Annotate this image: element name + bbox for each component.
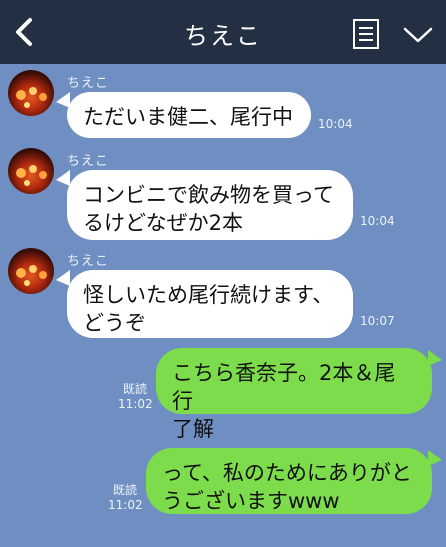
read-receipt: 既読 11:02 bbox=[118, 382, 153, 412]
avatar[interactable] bbox=[8, 70, 54, 116]
message-bubble[interactable]: こちら香奈子。2本＆尾行 了解 bbox=[156, 348, 432, 441]
message-text: ただいま健二、尾行中 bbox=[83, 105, 293, 129]
message-time: 10:07 bbox=[360, 314, 395, 328]
read-label: 既読 bbox=[112, 483, 137, 497]
notes-icon[interactable] bbox=[352, 18, 380, 50]
message-text-line: 了解 bbox=[172, 417, 214, 441]
bubble-tail bbox=[428, 450, 442, 466]
bubble-tail bbox=[56, 270, 70, 286]
sender-name: ちえこ bbox=[67, 154, 110, 169]
message-text-line: うございますwww bbox=[162, 489, 340, 513]
read-receipt: 既読 11:02 bbox=[108, 483, 143, 513]
message-text-line: コンビニで飲み物を買って bbox=[83, 183, 334, 207]
chevron-down-icon[interactable] bbox=[402, 24, 434, 46]
bubble-tail bbox=[428, 350, 442, 366]
message-bubble[interactable]: って、私のためにありがと うございますwww bbox=[146, 448, 432, 514]
message-time: 10:04 bbox=[318, 117, 353, 131]
chat-header: ちえこ bbox=[0, 0, 446, 64]
message-time: 11:02 bbox=[108, 498, 143, 512]
message-text-line: こちら香奈子。2本＆尾行 bbox=[172, 361, 396, 413]
sender-name: ちえこ bbox=[67, 76, 110, 91]
avatar[interactable] bbox=[8, 148, 54, 194]
sender-name: ちえこ bbox=[67, 254, 110, 269]
bubble-tail bbox=[56, 170, 70, 186]
message-text-line: って、私のためにありがと bbox=[162, 461, 412, 485]
message-time: 11:02 bbox=[118, 397, 153, 411]
read-label: 既読 bbox=[122, 382, 147, 396]
message-text-line: 怪しいため尾行続けます、 bbox=[83, 283, 334, 307]
message-text-line: るけどなぜか2本 bbox=[83, 211, 243, 235]
message-bubble[interactable]: ただいま健二、尾行中 bbox=[67, 92, 311, 138]
avatar[interactable] bbox=[8, 248, 54, 294]
message-time: 10:04 bbox=[360, 214, 395, 228]
message-bubble[interactable]: コンビニで飲み物を買って るけどなぜか2本 bbox=[67, 170, 353, 240]
message-bubble[interactable]: 怪しいため尾行続けます、 どうぞ bbox=[67, 270, 353, 338]
message-text-line: どうぞ bbox=[83, 311, 146, 335]
